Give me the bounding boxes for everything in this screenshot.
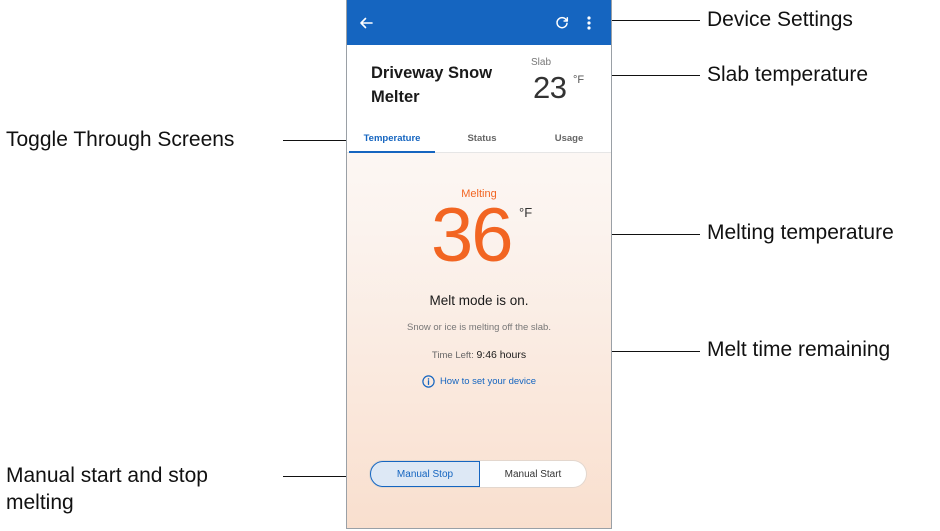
leader-device-settings [600, 20, 700, 21]
slab-temperature-value: 23 [533, 70, 567, 105]
callout-manual-line2: melting [6, 491, 74, 514]
device-name: Driveway Snow Melter [371, 64, 493, 106]
arrow-left-icon[interactable] [353, 0, 379, 45]
time-left-value: 9:46 hours [476, 349, 527, 361]
slab-label: Slab [531, 57, 552, 68]
callout-device-settings: Device Settings [707, 8, 853, 31]
device-header: Driveway Snow Melter Slab 23 °F [347, 45, 611, 125]
melting-temperature-unit: °F [519, 205, 533, 220]
tab-usage[interactable]: Usage [527, 125, 611, 152]
tab-status[interactable]: Status [439, 125, 525, 152]
more-vertical-icon[interactable] [581, 0, 597, 45]
manual-control-toggle: Manual Stop Manual Start [370, 461, 586, 487]
callout-melt-time: Melt time remaining [707, 338, 891, 361]
callout-toggle-screens: Toggle Through Screens [6, 128, 235, 151]
refresh-icon[interactable] [551, 0, 573, 45]
tab-temperature[interactable]: Temperature [349, 125, 435, 153]
callout-melting-temperature: Melting temperature [707, 221, 894, 244]
app-bar [347, 0, 611, 45]
melting-temperature-value: 36 [431, 193, 514, 278]
leader-toggle-screens [283, 140, 353, 141]
time-left-label: Time Left: [431, 350, 474, 361]
callout-slab-temperature: Slab temperature [707, 63, 869, 86]
phone-screen: Driveway Snow Melter Slab 23 °F Temperat… [346, 0, 612, 529]
info-icon [422, 375, 435, 388]
melt-mode-description: Snow or ice is melting off the slab. [407, 322, 551, 333]
tab-bar: Temperature Status Usage [347, 125, 611, 153]
time-left-row: Time Left: 9:46 hours [347, 349, 611, 361]
manual-stop-button[interactable]: Manual Stop [370, 461, 480, 487]
manual-start-button[interactable]: Manual Start [480, 461, 586, 487]
callout-manual-line1: Manual start and stop [6, 464, 208, 487]
melt-mode-title: Melt mode is on. [429, 293, 529, 308]
how-to-link[interactable]: How to set your device [347, 375, 611, 388]
slab-temperature-unit: °F [573, 74, 585, 86]
how-to-link-label[interactable]: How to set your device [440, 376, 536, 387]
